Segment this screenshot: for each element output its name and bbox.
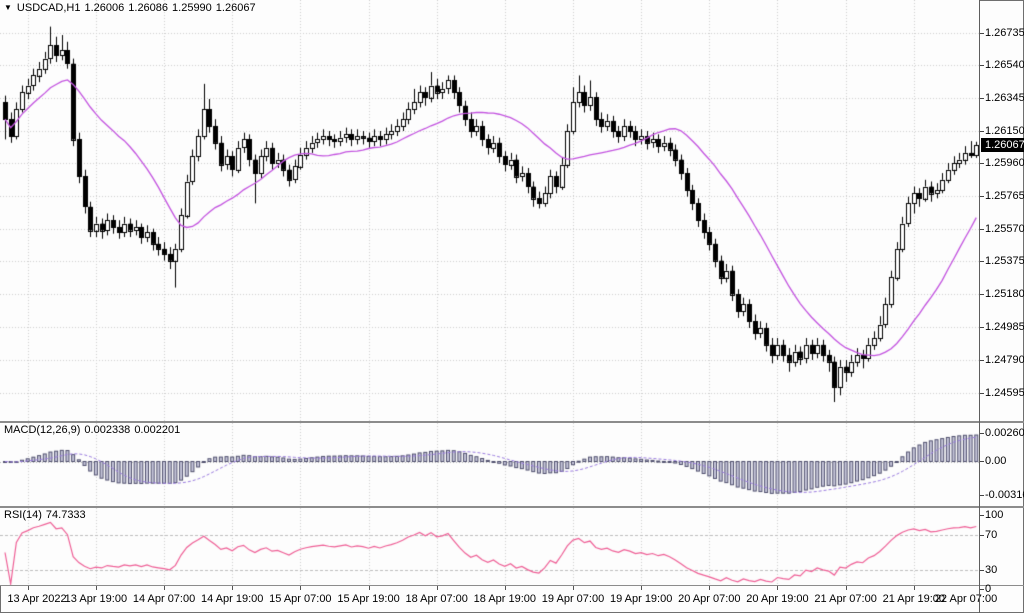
time-axis-label: 14 Apr 19:00 — [201, 593, 263, 605]
price-axis-label: 1.26540 — [985, 59, 1024, 72]
price-axis-label: 1.24790 — [985, 354, 1024, 367]
price-axis-label: 1.25960 — [985, 157, 1024, 170]
time-tick-mark — [777, 586, 778, 590]
candlestick-chart-canvas[interactable] — [0, 0, 979, 421]
time-tick-mark — [846, 586, 847, 590]
price-axis-column[interactable]: 1.26067 1.26735 1.26540 1.26345 1.26150 1.25… — [979, 0, 1024, 613]
macd-label: MACD(12,26,9) — [4, 424, 80, 436]
axis-tick-mark — [980, 229, 984, 230]
pane-separator-rsi[interactable] — [0, 506, 1024, 508]
time-tick-mark — [437, 586, 438, 590]
axis-tick-mark — [980, 294, 984, 295]
price-axis-label: 1.25375 — [985, 255, 1024, 268]
rsi-value: 74.7333 — [46, 509, 86, 521]
quote-high: 1.26086 — [128, 2, 168, 14]
rsi-pane-header: RSI(14) 74.7333 — [4, 509, 90, 522]
time-tick-mark — [164, 586, 165, 590]
time-tick-mark — [28, 586, 29, 590]
axis-tick-mark — [980, 98, 984, 99]
axis-tick-mark — [980, 196, 984, 197]
time-axis-label: 18 Apr 19:00 — [474, 593, 536, 605]
axis-tick-mark — [980, 131, 984, 132]
quote-open: 1.26006 — [85, 2, 125, 14]
time-tick-mark — [300, 586, 301, 590]
axis-tick-mark — [980, 33, 984, 34]
macd-axis-label: 0.002603 — [985, 427, 1024, 440]
axis-tick-mark — [980, 461, 984, 462]
time-axis-label: 15 Apr 19:00 — [337, 593, 399, 605]
quote-close: 1.26067 — [216, 2, 256, 14]
price-axis-label: 1.26735 — [985, 27, 1024, 40]
rsi-label: RSI(14) — [4, 509, 42, 521]
time-tick-mark — [573, 586, 574, 590]
current-price-tag: 1.26067 — [981, 138, 1024, 152]
time-axis-label: 19 Apr 19:00 — [610, 593, 672, 605]
axis-tick-mark — [980, 433, 984, 434]
axis-tick-mark — [980, 535, 984, 536]
axis-tick-mark — [980, 65, 984, 66]
symbol-timeframe-label: USDCAD,H1 — [17, 2, 81, 14]
time-axis-label: 13 Apr 2022 — [7, 593, 66, 605]
axis-tick-mark — [980, 393, 984, 394]
macd-pane-header: MACD(12,26,9) 0.002338 0.002201 — [4, 424, 184, 437]
price-axis-label: 1.25765 — [985, 190, 1024, 203]
time-tick-mark — [641, 586, 642, 590]
axis-tick-mark — [980, 589, 984, 590]
price-axis-label: 1.25570 — [985, 223, 1024, 236]
axis-tick-mark — [980, 327, 984, 328]
quote-low: 1.25990 — [172, 2, 212, 14]
macd-main-value: 0.002338 — [84, 424, 130, 436]
time-tick-mark — [369, 586, 370, 590]
time-axis-label: 20 Apr 07:00 — [678, 593, 740, 605]
time-axis-label: 18 Apr 07:00 — [405, 593, 467, 605]
price-axis-label: 1.24595 — [985, 387, 1024, 400]
time-tick-mark — [96, 586, 97, 590]
rsi-axis-label: 30 — [985, 564, 997, 577]
price-axis-label: 1.24985 — [985, 321, 1024, 334]
time-tick-mark — [914, 586, 915, 590]
price-axis-label: 1.25180 — [985, 288, 1024, 301]
axis-tick-mark — [980, 163, 984, 164]
time-axis-label: 15 Apr 07:00 — [269, 593, 331, 605]
time-axis-label: 19 Apr 07:00 — [542, 593, 604, 605]
axis-tick-mark — [980, 360, 984, 361]
time-axis-label: 14 Apr 07:00 — [133, 593, 195, 605]
rsi-axis-label: 70 — [985, 529, 997, 542]
macd-signal-value: 0.002201 — [134, 424, 180, 436]
trading-terminal-window: ▼ USDCAD,H1 1.260061.26086 1.25990 1.26067 M… — [0, 0, 1024, 613]
time-axis-label: 20 Apr 19:00 — [746, 593, 808, 605]
time-axis-label: 21 Apr 07:00 — [814, 593, 876, 605]
axis-tick-mark — [980, 515, 984, 516]
symbol-dropdown-icon[interactable]: ▼ — [4, 3, 12, 12]
axis-tick-mark — [980, 261, 984, 262]
pane-separator-macd[interactable] — [0, 421, 1024, 423]
price-axis-label: 1.26345 — [985, 92, 1024, 105]
axis-tick-mark — [980, 495, 984, 496]
time-tick-mark — [232, 586, 233, 590]
time-axis[interactable]: 13 Apr 202213 Apr 19:00 14 Apr 07:00 14 Ap… — [0, 586, 979, 613]
rsi-axis-label: 100 — [985, 509, 1003, 522]
macd-axis-label: 0.00 — [985, 455, 1006, 468]
time-tick-mark — [505, 586, 506, 590]
axis-tick-mark — [980, 570, 984, 571]
price-axis-label: 1.26150 — [985, 125, 1024, 138]
macd-axis-label: -0.003162 — [985, 489, 1024, 502]
time-tick-mark — [709, 586, 710, 590]
chart-quote-header: ▼ USDCAD,H1 1.260061.26086 1.25990 1.26067 — [4, 2, 260, 15]
rsi-indicator-canvas[interactable] — [0, 508, 979, 585]
rsi-axis-label: 0 — [985, 583, 991, 596]
time-axis-label: 13 Apr 19:00 — [65, 593, 127, 605]
